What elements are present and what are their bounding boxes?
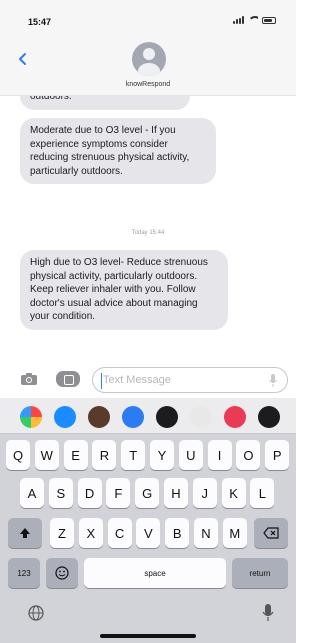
key-q[interactable]: Q (6, 440, 30, 470)
key-r[interactable]: R (92, 440, 117, 470)
key-z[interactable]: Z (50, 518, 74, 548)
shift-icon (20, 528, 30, 538)
home-indicator (100, 634, 196, 638)
key-d[interactable]: D (77, 478, 102, 508)
memoji-app-2-icon[interactable] (190, 406, 212, 428)
text-cursor (101, 373, 102, 389)
contact-name[interactable]: knowRespond (0, 81, 296, 88)
delete-key[interactable] (254, 518, 288, 548)
numbers-key[interactable]: 123 (8, 558, 40, 588)
key-a[interactable]: A (20, 478, 44, 508)
message-bubble-high[interactable]: High due to O3 level- Reduce strenuous p… (20, 250, 228, 330)
shift-key[interactable] (8, 518, 42, 548)
memoji-app-icon[interactable] (88, 406, 110, 428)
emoji-icon (55, 566, 69, 580)
backspace-icon (263, 527, 279, 539)
key-y[interactable]: Y (150, 440, 174, 470)
message-input-field[interactable] (92, 367, 288, 393)
key-c[interactable]: C (107, 518, 132, 548)
key-v[interactable]: V (136, 518, 161, 548)
key-s[interactable]: S (48, 478, 73, 508)
key-b[interactable]: B (165, 518, 190, 548)
wifi-icon (248, 16, 258, 24)
message-list[interactable]: outdoors. Moderate due to O3 level - If … (0, 96, 296, 360)
message-bubble-moderate[interactable]: Moderate due to O3 level - If you experi… (20, 118, 216, 184)
key-l[interactable]: L (250, 478, 275, 508)
photos-app-icon[interactable] (20, 406, 42, 428)
keyboard: QWERTYUIOP ASDFGHJKL ZXCVBNM 123 space r… (0, 398, 296, 643)
globe-icon[interactable] (28, 605, 44, 621)
app-drawer (0, 398, 296, 434)
key-j[interactable]: J (192, 478, 217, 508)
key-p[interactable]: P (265, 440, 290, 470)
key-t[interactable]: T (121, 440, 146, 470)
key-u[interactable]: U (178, 440, 203, 470)
key-i[interactable]: I (207, 440, 232, 470)
key-o[interactable]: O (236, 440, 261, 470)
key-h[interactable]: H (164, 478, 188, 508)
key-f[interactable]: F (106, 478, 131, 508)
key-g[interactable]: G (135, 478, 160, 508)
keyboard-mic-icon[interactable] (262, 603, 274, 623)
key-k[interactable]: K (221, 478, 246, 508)
battery-icon (262, 16, 276, 24)
message-input[interactable] (103, 374, 253, 386)
audio-app-icon[interactable] (122, 406, 144, 428)
key-e[interactable]: E (63, 440, 88, 470)
message-bubble-partial[interactable]: outdoors. (20, 96, 190, 110)
compose-bar (0, 362, 296, 398)
app-store-icon[interactable] (56, 371, 80, 387)
key-m[interactable]: M (222, 518, 247, 548)
key-w[interactable]: W (34, 440, 59, 470)
camera-icon[interactable] (20, 372, 38, 386)
key-x[interactable]: X (78, 518, 103, 548)
space-key[interactable]: space (84, 558, 226, 588)
back-chevron-icon[interactable] (16, 52, 30, 66)
signal-icon (233, 16, 244, 24)
return-key[interactable]: return (232, 558, 288, 588)
status-time: 15:47 (28, 17, 52, 27)
search-app-icon[interactable] (224, 406, 246, 428)
emoji-key[interactable] (46, 558, 78, 588)
appstore-app-icon[interactable] (54, 406, 76, 428)
key-n[interactable]: N (194, 518, 218, 548)
activity-app-icon[interactable] (156, 406, 178, 428)
conversation-header: knowRespond (0, 30, 296, 96)
contact-avatar[interactable] (132, 42, 166, 76)
message-timestamp: Today 15:44 (131, 230, 165, 236)
status-icons (233, 16, 276, 24)
dictation-mic-icon[interactable] (269, 374, 277, 387)
music-app-icon[interactable] (258, 406, 280, 428)
